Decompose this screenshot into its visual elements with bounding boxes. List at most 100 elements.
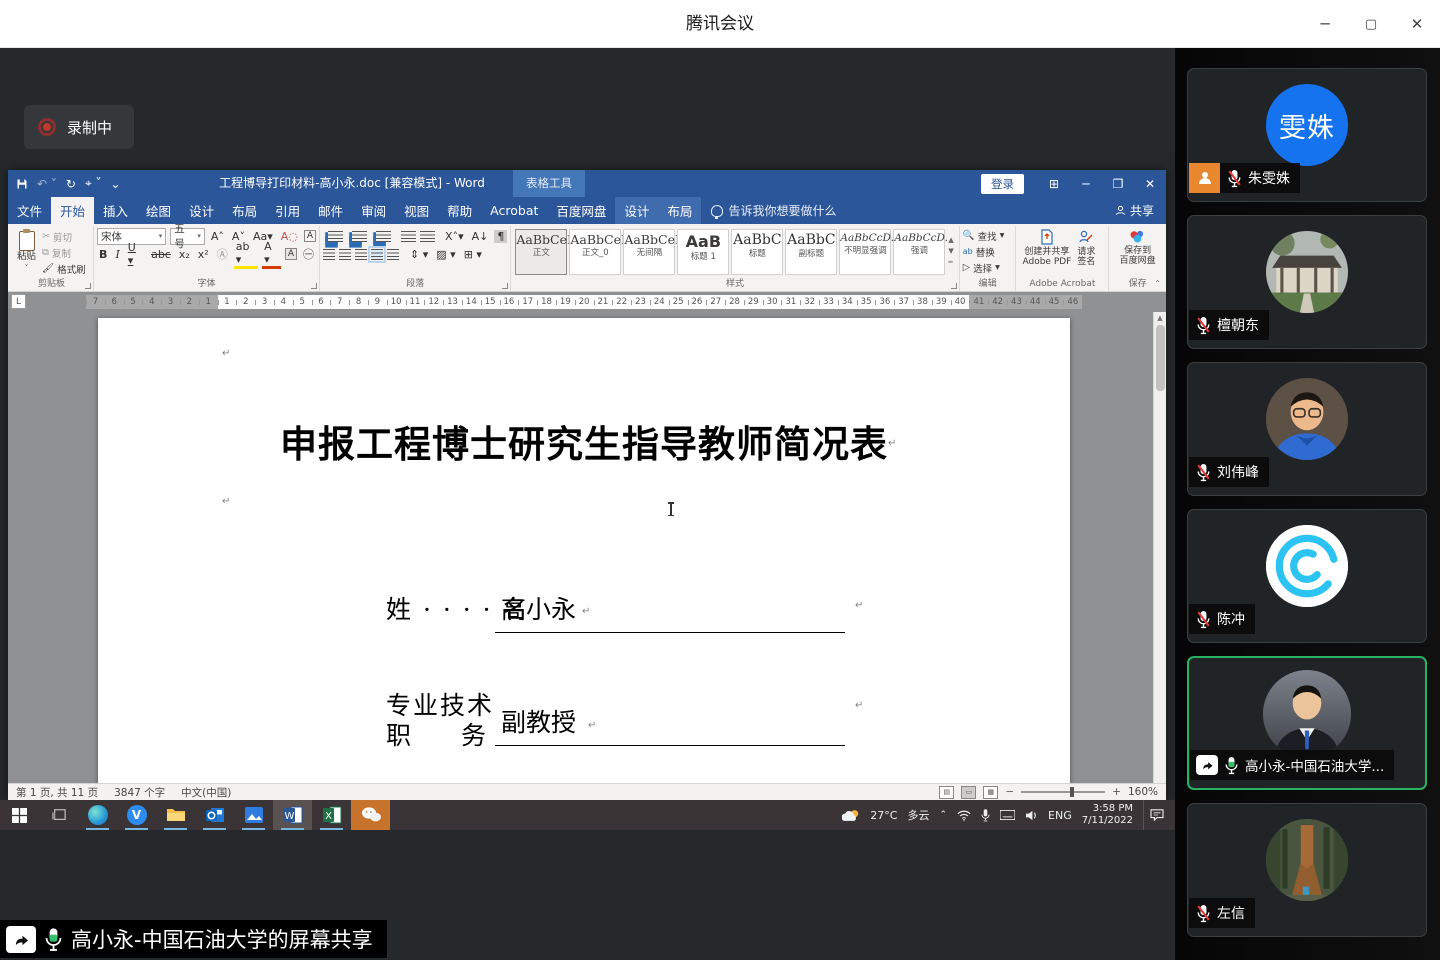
styles-more-icon[interactable]: ═ bbox=[948, 258, 953, 266]
underline-button[interactable]: U ▾ bbox=[126, 241, 145, 267]
collapse-ribbon-icon[interactable]: ⌃ bbox=[1154, 279, 1161, 288]
number-list-icon[interactable] bbox=[352, 231, 367, 242]
tab-selector[interactable]: L bbox=[11, 294, 26, 309]
maximize-button[interactable]: ▢ bbox=[1348, 0, 1394, 48]
print-layout-icon[interactable]: ▭ bbox=[961, 786, 976, 799]
tray-clock[interactable]: 3:58 PM 7/11/2022 bbox=[1082, 803, 1133, 828]
start-button[interactable] bbox=[0, 800, 39, 830]
show-marks-icon[interactable]: ¶ bbox=[494, 230, 507, 243]
bold-button[interactable]: B bbox=[97, 248, 109, 261]
align-left-icon[interactable] bbox=[323, 249, 335, 260]
tab-baidu-pan[interactable]: 百度网盘 bbox=[547, 197, 615, 224]
wifi-icon[interactable] bbox=[957, 810, 971, 821]
zoom-slider-thumb[interactable] bbox=[1070, 787, 1074, 797]
customize-qat-icon[interactable]: ⌄ bbox=[111, 177, 121, 191]
text-effects-button[interactable]: Ⓐ bbox=[215, 246, 230, 262]
tray-chevron-icon[interactable]: ⌃ bbox=[939, 810, 947, 820]
zoom-slider[interactable] bbox=[1021, 791, 1105, 793]
voov-meeting-icon[interactable]: V bbox=[117, 800, 156, 830]
tab-mailings[interactable]: 邮件 bbox=[309, 197, 352, 224]
language-indicator[interactable]: 中文(中国) bbox=[181, 785, 231, 800]
minimize-button[interactable]: ─ bbox=[1302, 0, 1348, 48]
tray-weather[interactable]: 多云 bbox=[907, 807, 929, 823]
styles-scroll-down-icon[interactable]: ▼ bbox=[948, 247, 953, 255]
touch-mode-icon[interactable]: ⌖ ˅ bbox=[85, 176, 102, 191]
zoom-out-icon[interactable]: − bbox=[1005, 786, 1014, 798]
tab-review[interactable]: 审阅 bbox=[352, 197, 395, 224]
grow-font-button[interactable]: A˄ bbox=[209, 230, 226, 243]
subscript-button[interactable]: x₂ bbox=[177, 248, 192, 261]
zoom-level[interactable]: 160% bbox=[1128, 786, 1158, 798]
tab-file[interactable]: 文件 bbox=[8, 197, 51, 224]
tab-insert[interactable]: 插入 bbox=[94, 197, 137, 224]
participant-tile[interactable]: 雯姝 朱雯姝 bbox=[1187, 68, 1427, 202]
word-count[interactable]: 3847 个字 bbox=[114, 785, 165, 800]
file-explorer-icon[interactable] bbox=[156, 800, 195, 830]
word-taskbar-icon[interactable]: W bbox=[273, 800, 312, 830]
copy-button[interactable]: ⧉ 复制 bbox=[42, 245, 86, 260]
select-button[interactable]: ▷选择 ▾ bbox=[963, 260, 1013, 275]
borders-icon[interactable]: ⊞ ▾ bbox=[462, 248, 484, 261]
vertical-scrollbar[interactable]: ▲ bbox=[1153, 312, 1166, 783]
char-shading-button[interactable]: A bbox=[285, 248, 297, 260]
word-close-button[interactable]: ✕ bbox=[1134, 177, 1166, 191]
enclose-char-button[interactable]: ㊀ bbox=[301, 246, 316, 262]
style-title[interactable]: AaBbC标题 bbox=[731, 229, 783, 275]
find-button[interactable]: 🔍查找 ▾ bbox=[963, 228, 1013, 243]
multilevel-list-icon[interactable] bbox=[376, 231, 391, 242]
style-subtle-emphasis[interactable]: AaBbCcD.不明显强调 bbox=[839, 229, 891, 275]
font-color-button[interactable]: A ▾ bbox=[262, 240, 281, 269]
participant-tile-active-speaker[interactable]: 高小永-中国石油大学... bbox=[1187, 656, 1427, 790]
task-view-button[interactable] bbox=[39, 800, 78, 830]
recording-indicator[interactable]: 录制中 bbox=[24, 105, 134, 149]
style-subtitle[interactable]: AaBbC副标题 bbox=[785, 229, 837, 275]
zoom-in-icon[interactable]: + bbox=[1112, 786, 1121, 798]
tab-home[interactable]: 开始 bbox=[51, 197, 94, 224]
touch-keyboard-icon[interactable] bbox=[1000, 810, 1015, 820]
undo-icon[interactable]: ↶ ˅ bbox=[37, 177, 57, 191]
login-button[interactable]: 登录 bbox=[981, 174, 1024, 194]
participant-tile[interactable]: 陈冲 bbox=[1187, 509, 1427, 643]
page-indicator[interactable]: 第 1 页, 共 11 页 bbox=[16, 785, 98, 800]
tab-table-design[interactable]: 设计 bbox=[615, 197, 658, 224]
tray-language[interactable]: ENG bbox=[1048, 809, 1072, 822]
tab-help[interactable]: 帮助 bbox=[438, 197, 481, 224]
web-layout-icon[interactable]: ▦ bbox=[983, 786, 998, 799]
justify-icon[interactable] bbox=[371, 249, 383, 260]
photos-app-icon[interactable] bbox=[234, 800, 273, 830]
tab-references[interactable]: 引用 bbox=[266, 197, 309, 224]
decrease-indent-icon[interactable] bbox=[401, 231, 416, 242]
tab-table-layout[interactable]: 布局 bbox=[658, 197, 701, 224]
format-painter-button[interactable]: 🖌 格式刷 bbox=[42, 261, 86, 276]
scrollbar-thumb[interactable] bbox=[1156, 325, 1165, 391]
word-restore-button[interactable]: ❐ bbox=[1102, 177, 1134, 191]
tell-me-box[interactable]: 告诉我你想要做什么 bbox=[711, 197, 836, 224]
tab-view[interactable]: 视图 bbox=[395, 197, 438, 224]
styles-scroll-up-icon[interactable]: ▲ bbox=[948, 236, 953, 244]
style-normal0[interactable]: AaBbCeD正文_0 bbox=[569, 229, 621, 275]
wechat-icon[interactable] bbox=[351, 800, 390, 830]
participant-tile[interactable]: 左信 bbox=[1187, 803, 1427, 937]
participant-tile[interactable]: 刘伟峰 bbox=[1187, 362, 1427, 496]
superscript-button[interactable]: x² bbox=[196, 248, 211, 261]
asian-layout-icon[interactable]: X˄▾ bbox=[443, 230, 466, 243]
save-icon[interactable] bbox=[16, 178, 28, 190]
paste-button[interactable]: 粘贴˅ bbox=[13, 227, 40, 276]
ribbon-display-options-icon[interactable]: ⊞ bbox=[1038, 177, 1070, 191]
style-no-spacing[interactable]: AaBbCeD无间隔 bbox=[623, 229, 675, 275]
char-border-button[interactable]: A bbox=[304, 230, 316, 242]
tab-design[interactable]: 设计 bbox=[180, 197, 223, 224]
font-dialog-launcher[interactable] bbox=[311, 283, 317, 289]
strikethrough-button[interactable]: abc bbox=[149, 248, 173, 261]
italic-button[interactable]: I bbox=[113, 248, 121, 261]
redo-icon[interactable]: ↻ bbox=[66, 177, 76, 191]
share-button[interactable]: 共享 bbox=[1115, 197, 1166, 224]
highlight-color-button[interactable]: ab ▾ bbox=[234, 240, 258, 269]
increase-indent-icon[interactable] bbox=[420, 231, 435, 242]
request-signature-button[interactable]: 请求签名 bbox=[1074, 227, 1098, 268]
tab-draw[interactable]: 绘图 bbox=[137, 197, 180, 224]
line-spacing-icon[interactable]: ⇕ ▾ bbox=[408, 248, 430, 261]
read-mode-icon[interactable]: ▤ bbox=[939, 786, 954, 799]
scroll-up-icon[interactable]: ▲ bbox=[1154, 312, 1166, 324]
paragraph-dialog-launcher[interactable] bbox=[502, 283, 508, 289]
